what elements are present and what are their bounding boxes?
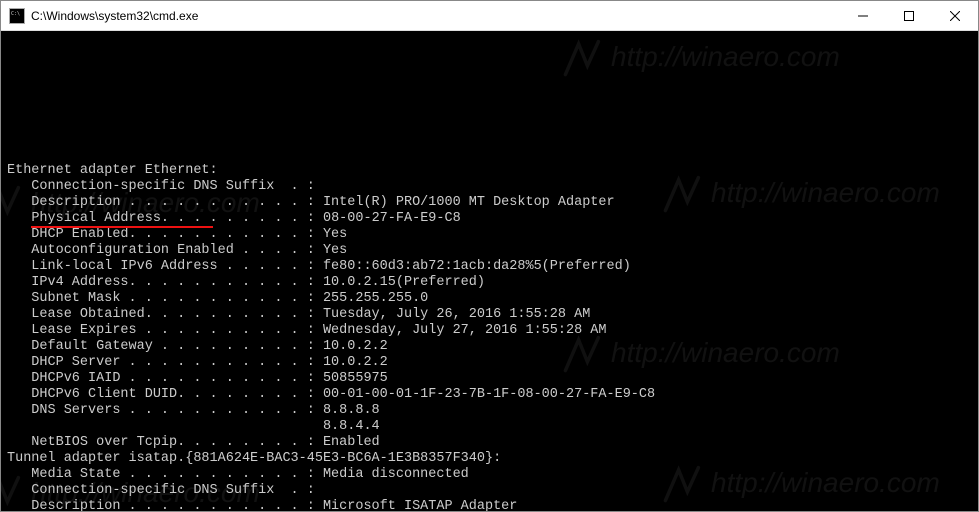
terminal-line: Ethernet adapter Ethernet: — [7, 163, 972, 179]
terminal-line: Physical Address. . . . . . . . . : 08-0… — [7, 211, 972, 227]
terminal-line: Media State . . . . . . . . . . . : Medi… — [7, 467, 972, 483]
terminal-line: DHCPv6 IAID . . . . . . . . . . . : 5085… — [7, 371, 972, 387]
terminal-line: 8.8.4.4 — [7, 419, 972, 435]
terminal-line: DHCPv6 Client DUID. . . . . . . . : 00-0… — [7, 387, 972, 403]
terminal-line: Link-local IPv6 Address . . . . . : fe80… — [7, 259, 972, 275]
watermark: http://winaero.com — [561, 35, 840, 79]
window-titlebar[interactable]: C:\Windows\system32\cmd.exe — [1, 1, 978, 31]
terminal-line: Autoconfiguration Enabled . . . . : Yes — [7, 243, 972, 259]
terminal-line: NetBIOS over Tcpip. . . . . . . . : Enab… — [7, 435, 972, 451]
highlight-physical-address: Physical Address. . . — [31, 211, 201, 227]
terminal-output[interactable]: http://winaero.com http://winaero.com ht… — [1, 31, 978, 511]
terminal-line: Description . . . . . . . . . . . : Micr… — [7, 499, 972, 511]
terminal-line: Connection-specific DNS Suffix . : — [7, 179, 972, 195]
app-icon — [9, 8, 25, 24]
minimize-button[interactable] — [840, 1, 886, 31]
close-button[interactable] — [932, 1, 978, 31]
terminal-line: Subnet Mask . . . . . . . . . . . : 255.… — [7, 291, 972, 307]
window-title: C:\Windows\system32\cmd.exe — [31, 9, 840, 23]
terminal-line: DHCP Enabled. . . . . . . . . . . : Yes — [7, 227, 972, 243]
window-controls — [840, 1, 978, 31]
terminal-line: Default Gateway . . . . . . . . . : 10.0… — [7, 339, 972, 355]
terminal-line: Tunnel adapter isatap.{881A624E-BAC3-45E… — [7, 451, 972, 467]
terminal-line: DHCP Server . . . . . . . . . . . : 10.0… — [7, 355, 972, 371]
terminal-line: Lease Obtained. . . . . . . . . . : Tues… — [7, 307, 972, 323]
maximize-button[interactable] — [886, 1, 932, 31]
terminal-line: Lease Expires . . . . . . . . . . : Wedn… — [7, 323, 972, 339]
terminal-line: Connection-specific DNS Suffix . : — [7, 483, 972, 499]
terminal-line: Description . . . . . . . . . . . : Inte… — [7, 195, 972, 211]
terminal-line: IPv4 Address. . . . . . . . . . . : 10.0… — [7, 275, 972, 291]
terminal-line: DNS Servers . . . . . . . . . . . : 8.8.… — [7, 403, 972, 419]
